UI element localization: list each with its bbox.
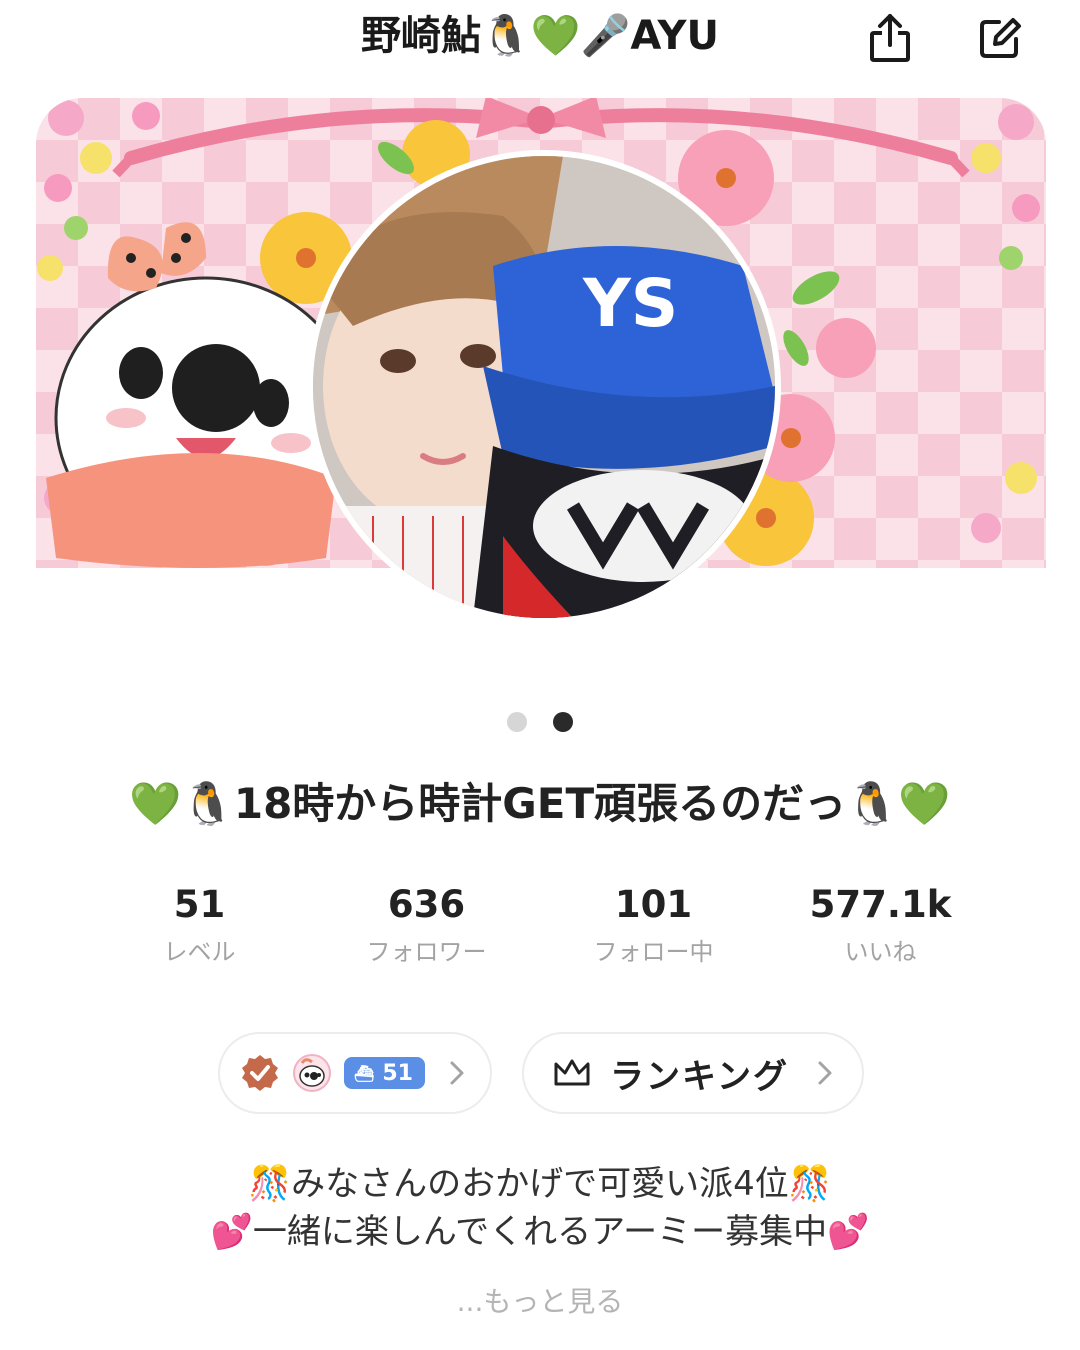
- character-badge-icon: [292, 1053, 332, 1093]
- share-icon: [870, 14, 910, 62]
- profile-bio: 🎊みなさんのおかげで可愛い派4位🎊 💕一緒に楽しんでくれるアーミー募集中💕: [0, 1160, 1080, 1256]
- stat-following-label: フォロー中: [593, 938, 714, 966]
- ship-icon: ⛴: [354, 1063, 375, 1083]
- status-message: 💚🐧18時から時計GET頑張るのだっ🐧💚: [129, 779, 951, 828]
- stat-likes-value: 577.1k: [809, 883, 952, 926]
- stat-level-label: レベル: [163, 938, 236, 966]
- profile-name: 野崎鮎🐧💚🎤AYU: [361, 13, 719, 59]
- profile-header: 野崎鮎🐧💚🎤AYU: [0, 0, 1080, 76]
- profile-stats: 51 レベル 636 フォロワー 101 フォロー中 577.1k いいね: [86, 880, 994, 972]
- stat-followers[interactable]: 636 フォロワー: [313, 880, 540, 972]
- pager-dot-2-active[interactable]: [553, 712, 573, 732]
- stat-level-value: 51: [173, 883, 226, 926]
- stat-following[interactable]: 101 フォロー中: [540, 880, 767, 972]
- pager-dot-1[interactable]: [507, 712, 527, 732]
- ranking-label: ランキング: [610, 1056, 789, 1097]
- see-more-link[interactable]: ...もっと見る: [0, 1280, 1080, 1324]
- edit-profile-button[interactable]: [972, 10, 1028, 66]
- level-chip: ⛴ 51: [344, 1057, 425, 1089]
- stat-followers-value: 636: [387, 883, 466, 926]
- badges-button[interactable]: ⛴ 51: [218, 1032, 492, 1114]
- stat-likes-label: いいね: [844, 938, 917, 966]
- crown-icon: [554, 1059, 590, 1086]
- edit-icon: [980, 18, 1021, 58]
- banner-pager[interactable]: [0, 712, 1080, 732]
- share-button[interactable]: [862, 10, 918, 66]
- chevron-right-icon: [818, 1061, 832, 1085]
- profile-avatar[interactable]: YS: [307, 150, 781, 624]
- bio-line-2: 💕一緒に楽しんでくれるアーミー募集中💕: [210, 1212, 870, 1252]
- svg-text:YS: YS: [582, 265, 678, 342]
- verified-badge-icon: [240, 1053, 280, 1093]
- chevron-right-icon: [450, 1061, 464, 1085]
- level-chip-value: 51: [382, 1060, 413, 1086]
- stat-followers-label: フォロワー: [366, 938, 487, 966]
- stat-following-value: 101: [614, 883, 693, 926]
- stat-likes[interactable]: 577.1k いいね: [767, 880, 994, 972]
- avatar-photo: YS: [313, 156, 775, 618]
- bio-line-1: 🎊みなさんのおかげで可愛い派4位🎊: [248, 1164, 832, 1204]
- stat-level[interactable]: 51 レベル: [86, 880, 313, 972]
- ranking-button[interactable]: ランキング: [522, 1032, 864, 1114]
